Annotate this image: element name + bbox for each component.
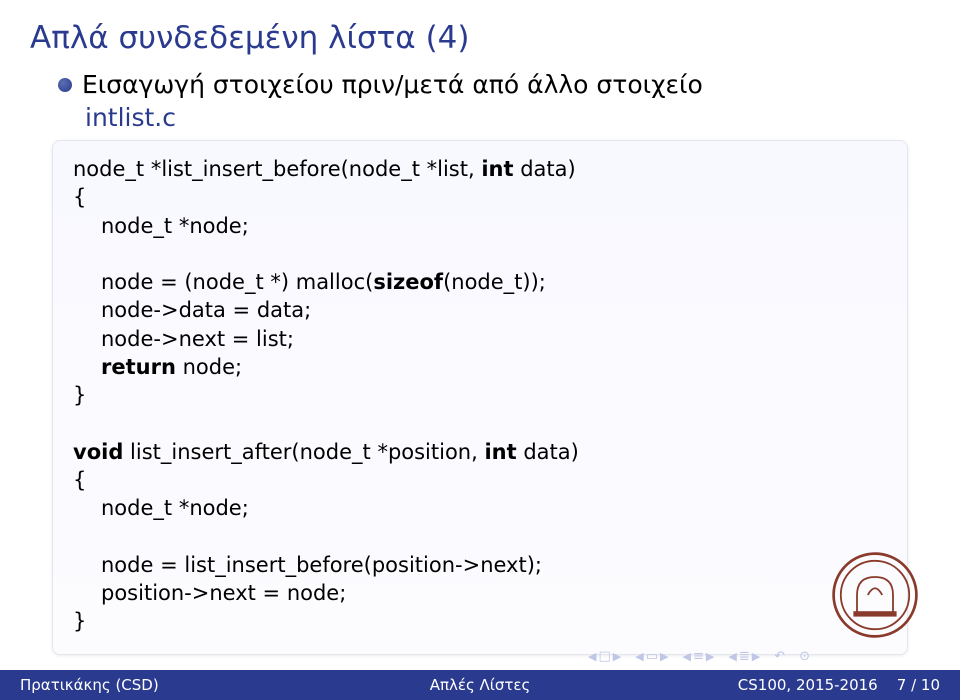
nav-back-icon[interactable]: ◀□▶ — [588, 649, 621, 664]
code-line: } — [73, 381, 887, 409]
nav-undo-icon[interactable]: ↶ — [774, 649, 785, 664]
code-line: void list_insert_after(node_t *position,… — [73, 438, 887, 466]
nav-frame-icon[interactable]: ◀≣▶ — [728, 649, 760, 664]
nav-subsection-icon[interactable]: ◀≡▶ — [683, 649, 715, 664]
bullet-icon — [58, 78, 72, 92]
code-line: node = list_insert_before(position->next… — [73, 551, 887, 579]
code-line: } — [73, 607, 887, 635]
beamer-nav: ◀□▶ ◀▭▶ ◀≡▶ ◀≣▶ ↶ ⊙ — [588, 649, 810, 664]
footer-bar: Πρατικάκης (CSD) Απλές Λίστες CS100, 201… — [0, 670, 960, 700]
code-line: node = (node_t *) malloc(sizeof(node_t))… — [73, 268, 887, 296]
code-line: node->data = data; — [73, 296, 887, 324]
code-block: node_t *list_insert_before(node_t *list,… — [52, 140, 908, 655]
code-line: position->next = node; — [73, 579, 887, 607]
nav-search-icon[interactable]: ⊙ — [799, 649, 810, 664]
footer-title: Απλές Λίστες — [327, 676, 634, 694]
footer-meta: CS100, 2015-2016 7 / 10 — [633, 676, 960, 694]
code-line: node_t *node; — [73, 494, 887, 522]
code-line: node_t *list_insert_before(node_t *list,… — [73, 155, 887, 183]
bullet-text: Εισαγωγή στοιχείου πριν/μετά από άλλο στ… — [82, 70, 703, 99]
nav-section-icon[interactable]: ◀▭▶ — [635, 649, 668, 664]
footer-author: Πρατικάκης (CSD) — [0, 676, 327, 694]
code-line: node_t *node; — [73, 212, 887, 240]
university-logo — [830, 550, 920, 640]
code-line: { — [73, 183, 887, 211]
code-line: { — [73, 466, 887, 494]
bullet-row: Εισαγωγή στοιχείου πριν/μετά από άλλο στ… — [58, 70, 930, 99]
slide-title: Απλά συνδεδεμένη λίστα (4) — [30, 20, 930, 56]
filename-label: intlist.c — [85, 103, 930, 132]
code-line: return node; — [73, 353, 887, 381]
code-line: node->next = list; — [73, 325, 887, 353]
